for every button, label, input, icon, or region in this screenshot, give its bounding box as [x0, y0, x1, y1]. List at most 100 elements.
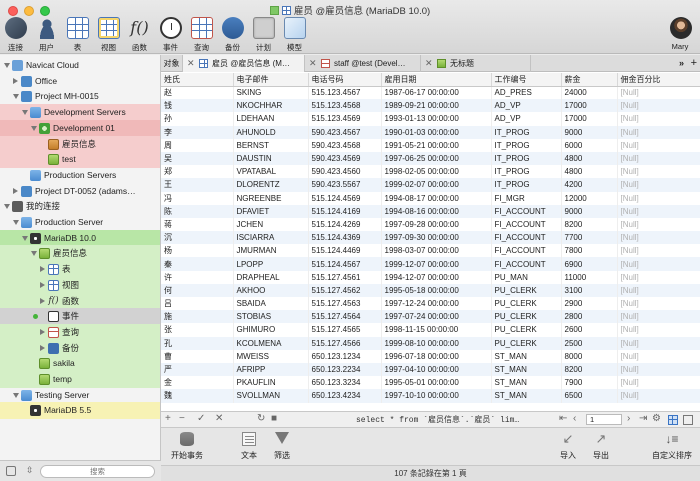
settings-icon[interactable]: ⚙ [652, 413, 661, 424]
table-cell[interactable]: 515.127.4561 [308, 270, 382, 284]
table-cell[interactable]: 1993-01-13 00:00:00 [381, 112, 492, 126]
table-row[interactable]: 许 DRAPHEAL 515.127.4561 1994-12-07 00:00:00… [161, 270, 700, 284]
table-cell[interactable]: 钱 [161, 99, 234, 113]
user-avatar[interactable] [670, 17, 692, 39]
tree-item[interactable]: Development 01 [0, 119, 160, 137]
table-cell[interactable]: 王 [161, 178, 234, 192]
stop-icon[interactable]: ■ [271, 413, 277, 424]
table-cell[interactable]: ISCIARRA [233, 231, 309, 245]
tree-item[interactable]: 表 [0, 261, 160, 279]
table-cell[interactable]: JMURMAN [233, 244, 309, 258]
table-cell[interactable]: 1997-09-30 00:00:00 [381, 231, 492, 245]
table-cell[interactable]: [Null] [617, 283, 700, 297]
table-cell[interactable]: KCOLMENA [233, 336, 309, 350]
table-cell[interactable]: DRAPHEAL [233, 270, 309, 284]
column-header[interactable]: 佣金百分比 [617, 73, 700, 87]
sort-icon[interactable]: ⇳ [26, 465, 34, 476]
table-cell[interactable]: PKAUFLIN [233, 376, 309, 390]
table-cell[interactable]: 严 [161, 362, 234, 377]
table-cell[interactable]: 650.123.4234 [308, 389, 382, 403]
table-cell[interactable]: IT_PROG [491, 151, 562, 166]
tab-objects[interactable]: 对象 [161, 55, 183, 72]
table-cell[interactable]: 1997-07-24 00:00:00 [381, 310, 492, 324]
table-cell[interactable]: 6500 [561, 389, 618, 403]
toolbar-table-button[interactable]: 表 [64, 14, 91, 54]
tree-item[interactable]: Project DT-0052 (adams… [0, 183, 160, 200]
table-cell[interactable]: FI_ACCOUNT [491, 257, 562, 271]
table-cell[interactable]: FI_ACCOUNT [491, 217, 562, 232]
table-row[interactable]: 陈 DFAVIET 515.124.4169 1994-08-16 00:00:00 F… [161, 204, 700, 218]
table-cell[interactable]: IT_PROG [491, 165, 562, 179]
table-cell[interactable]: 1995-05-18 00:00:00 [381, 283, 492, 297]
tree-item[interactable]: 查询 [0, 323, 160, 341]
table-cell[interactable]: 1987-06-17 00:00:00 [381, 86, 492, 100]
table-cell[interactable]: GHIMURO [233, 323, 309, 337]
tree-item[interactable]: Development Servers [0, 104, 160, 122]
table-cell[interactable]: [Null] [617, 178, 700, 192]
toolbar-query-button[interactable]: 查询 [188, 14, 215, 54]
table-cell[interactable]: 3100 [561, 283, 618, 297]
table-cell[interactable]: IT_PROG [491, 125, 562, 139]
table-row[interactable]: 曹 MWEISS 650.123.1234 1996-07-18 00:00:00 ST… [161, 349, 700, 363]
tree-item[interactable]: sakila [0, 355, 160, 373]
table-cell[interactable]: [Null] [617, 125, 700, 139]
table-cell[interactable]: DFAVIET [233, 204, 309, 218]
apply-icon[interactable]: ✓ [197, 413, 205, 424]
table-cell[interactable]: 蒋 [161, 217, 234, 232]
column-header[interactable]: 电话号码 [308, 73, 382, 87]
table-cell[interactable]: 1997-09-28 00:00:00 [381, 217, 492, 232]
table-cell[interactable]: 郑 [161, 165, 234, 179]
disclosure-closed-icon[interactable] [13, 187, 18, 194]
table-cell[interactable]: [Null] [617, 151, 700, 166]
table-cell[interactable]: [Null] [617, 389, 700, 403]
table-cell[interactable]: 2500 [561, 336, 618, 350]
table-cell[interactable]: AD_VP [491, 99, 562, 113]
column-header[interactable]: 电子邮件 [233, 73, 309, 87]
table-cell[interactable]: PU_CLERK [491, 283, 562, 297]
table-cell[interactable]: 24000 [561, 86, 618, 100]
table-cell[interactable]: 9000 [561, 204, 618, 218]
table-row[interactable]: 严 AFRIPP 650.123.2234 1997-04-10 00:00:00 ST… [161, 362, 700, 377]
table-cell[interactable]: 515.124.4169 [308, 204, 382, 218]
disclosure-open-icon[interactable] [13, 94, 19, 100]
table-cell[interactable]: FI_ACCOUNT [491, 244, 562, 258]
delete-record-icon[interactable]: − [179, 413, 185, 424]
table-row[interactable]: 吴 DAUSTIN 590.423.4569 1997-06-25 00:00:00 I… [161, 151, 700, 166]
table-cell[interactable]: FI_MGR [491, 191, 562, 205]
table-cell[interactable]: 515.127.4565 [308, 323, 382, 337]
toolbar-backup-button[interactable]: 备份 [219, 14, 246, 54]
table-cell[interactable]: 590.423.4568 [308, 138, 382, 152]
table-row[interactable]: 秦 LPOPP 515.124.4567 1999-12-07 00:00:00 FI_… [161, 257, 700, 271]
toolbar-view-button[interactable]: 视图 [95, 14, 122, 54]
table-cell[interactable]: 8200 [561, 217, 618, 232]
table-cell[interactable]: [Null] [617, 99, 700, 113]
table-cell[interactable]: 1990-01-03 00:00:00 [381, 125, 492, 139]
table-cell[interactable]: 650.123.3234 [308, 376, 382, 390]
disclosure-closed-icon[interactable] [40, 281, 45, 288]
disclosure-open-icon[interactable] [22, 110, 28, 116]
table-cell[interactable]: 515.127.4564 [308, 310, 382, 324]
grid-view-icon[interactable] [668, 415, 678, 425]
table-cell[interactable]: 1996-07-18 00:00:00 [381, 349, 492, 363]
column-header[interactable]: 雇用日期 [381, 73, 492, 87]
table-cell[interactable]: 1994-08-17 00:00:00 [381, 191, 492, 205]
table-cell[interactable]: [Null] [617, 218, 700, 231]
tree-item[interactable]: 雇员信息 [0, 245, 160, 263]
tree-item[interactable]: Production Server [0, 214, 160, 231]
table-cell[interactable]: 1989-09-21 00:00:00 [381, 99, 492, 113]
tree-item[interactable]: MariaDB 10.0 [0, 229, 160, 247]
toolbar-model-button[interactable]: 模型 [281, 14, 308, 54]
export-button[interactable]: ↗ 导出 [593, 432, 609, 461]
table-row[interactable]: 郑 VPATABAL 590.423.4560 1998-02-05 00:00:00… [161, 165, 700, 179]
column-header[interactable]: 工作编号 [491, 73, 562, 87]
table-cell[interactable]: [Null] [617, 139, 700, 152]
tree-item[interactable]: 事件 [0, 308, 160, 326]
close-tab-icon[interactable]: ✕ [187, 55, 195, 72]
table-row[interactable]: 冯 NGREENBE 515.124.4569 1994-08-17 00:00:00… [161, 191, 700, 205]
table-cell[interactable]: 590.423.4569 [308, 151, 382, 166]
table-cell[interactable]: [Null] [617, 192, 700, 205]
table-cell[interactable]: 1998-02-05 00:00:00 [381, 165, 492, 179]
table-cell[interactable]: ST_MAN [491, 376, 562, 390]
toolbar-user-button[interactable]: 用户 [33, 14, 60, 54]
table-cell[interactable]: 6000 [561, 138, 618, 152]
